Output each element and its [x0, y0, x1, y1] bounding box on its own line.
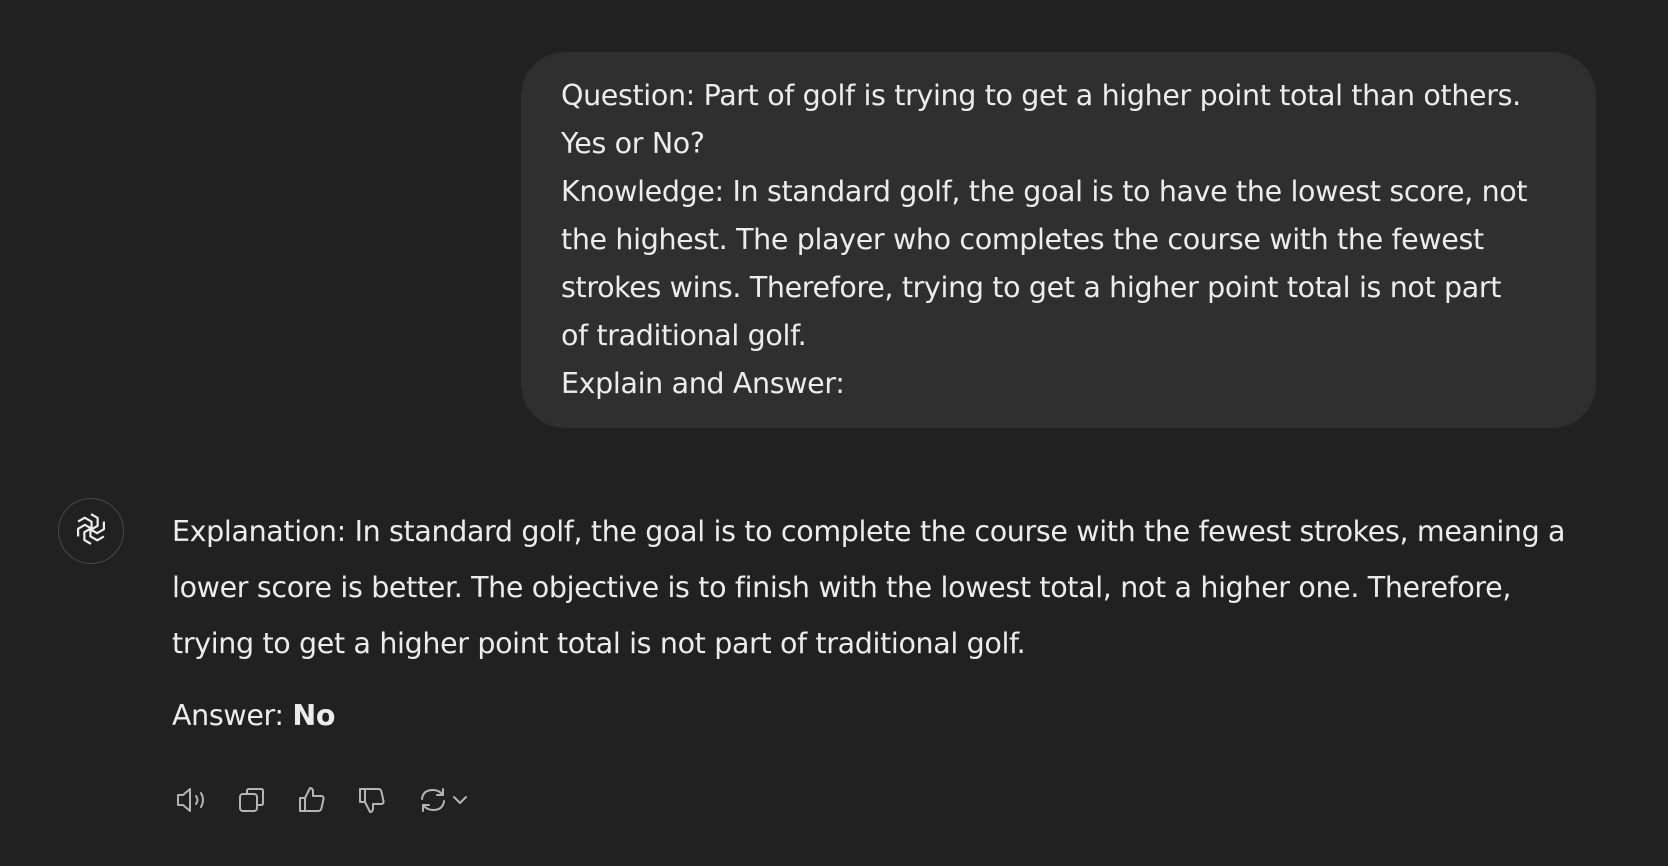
explanation-line: Explanation: In standard golf, the goal … — [172, 515, 1566, 548]
chevron-down-icon — [449, 789, 471, 811]
answer-label: Answer: — [172, 699, 293, 732]
assistant-message: Explanation: In standard golf, the goal … — [172, 504, 1612, 744]
user-message-line: of traditional golf. — [561, 319, 807, 352]
answer-value: No — [292, 699, 336, 732]
openai-logo-icon — [72, 510, 110, 552]
user-message-bubble: Question: Part of golf is trying to get … — [521, 52, 1596, 428]
copy-button[interactable] — [232, 780, 272, 820]
read-aloud-icon — [174, 784, 210, 816]
read-aloud-button[interactable] — [172, 780, 212, 820]
user-message-line: strokes wins. Therefore, trying to get a… — [561, 271, 1502, 304]
explanation-line: trying to get a higher point total is no… — [172, 627, 1026, 660]
explanation-paragraph: Explanation: In standard golf, the goal … — [172, 504, 1612, 672]
regenerate-icon — [417, 784, 449, 816]
thumbs-up-button[interactable] — [292, 780, 332, 820]
message-action-bar — [172, 780, 476, 820]
answer-line: Answer: No — [172, 688, 1612, 744]
thumbs-up-icon — [296, 784, 328, 816]
explanation-line: lower score is better. The objective is … — [172, 571, 1512, 604]
user-message-line: Explain and Answer: — [561, 367, 845, 400]
thumbs-down-button[interactable] — [352, 780, 392, 820]
thumbs-down-icon — [356, 784, 388, 816]
user-message-line: Knowledge: In standard golf, the goal is… — [561, 175, 1528, 208]
chat-page: Question: Part of golf is trying to get … — [0, 0, 1668, 866]
user-message-line: the highest. The player who completes th… — [561, 223, 1484, 256]
copy-icon — [236, 784, 268, 816]
user-message-line: Question: Part of golf is trying to get … — [561, 79, 1521, 112]
user-message-line: Yes or No? — [561, 127, 705, 160]
regenerate-button[interactable] — [412, 780, 476, 820]
assistant-avatar — [58, 498, 124, 564]
